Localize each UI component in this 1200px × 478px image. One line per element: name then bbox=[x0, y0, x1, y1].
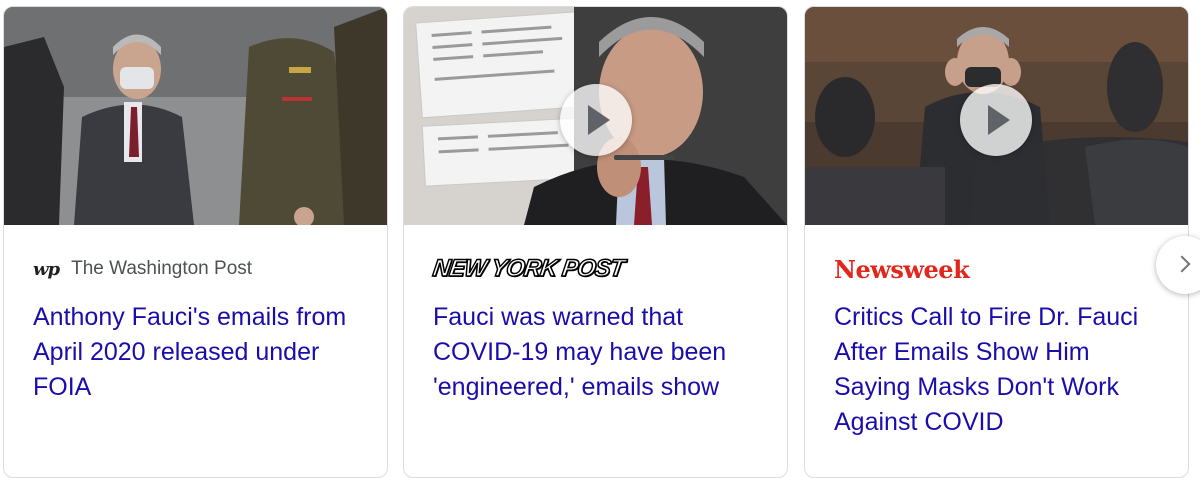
news-thumbnail[interactable] bbox=[404, 7, 787, 225]
news-card[interactable]: Newsweek Critics Call to Fire Dr. Fauci … bbox=[804, 6, 1189, 478]
new-york-post-logo: NEW YORK POST bbox=[430, 254, 626, 283]
headline-link[interactable]: Critics Call to Fire Dr. Fauci After Ema… bbox=[834, 300, 1164, 440]
news-card[interactable]: wp The Washington Post Anthony Fauci's e… bbox=[3, 6, 388, 478]
headline-link[interactable]: Fauci was warned that COVID-19 may have … bbox=[433, 300, 763, 405]
source-row: wp The Washington Post bbox=[33, 255, 252, 283]
source-row: NEW YORK POST bbox=[430, 254, 626, 283]
source-row: Newsweek bbox=[834, 254, 970, 284]
washington-post-logo: wp bbox=[33, 258, 60, 280]
news-thumbnail[interactable] bbox=[805, 7, 1188, 225]
thumbnail-photo bbox=[4, 7, 387, 225]
news-card[interactable]: NEW YORK POST Fauci was warned that COVI… bbox=[403, 6, 788, 478]
news-thumbnail[interactable] bbox=[4, 7, 387, 225]
chevron-right-icon bbox=[1173, 255, 1191, 273]
headline-link[interactable]: Anthony Fauci's emails from April 2020 r… bbox=[33, 300, 363, 405]
newsweek-logo: Newsweek bbox=[834, 254, 970, 284]
play-icon bbox=[988, 105, 1010, 135]
play-button[interactable] bbox=[960, 84, 1032, 156]
play-button[interactable] bbox=[560, 84, 632, 156]
play-icon bbox=[588, 105, 610, 135]
source-name: The Washington Post bbox=[71, 258, 253, 279]
